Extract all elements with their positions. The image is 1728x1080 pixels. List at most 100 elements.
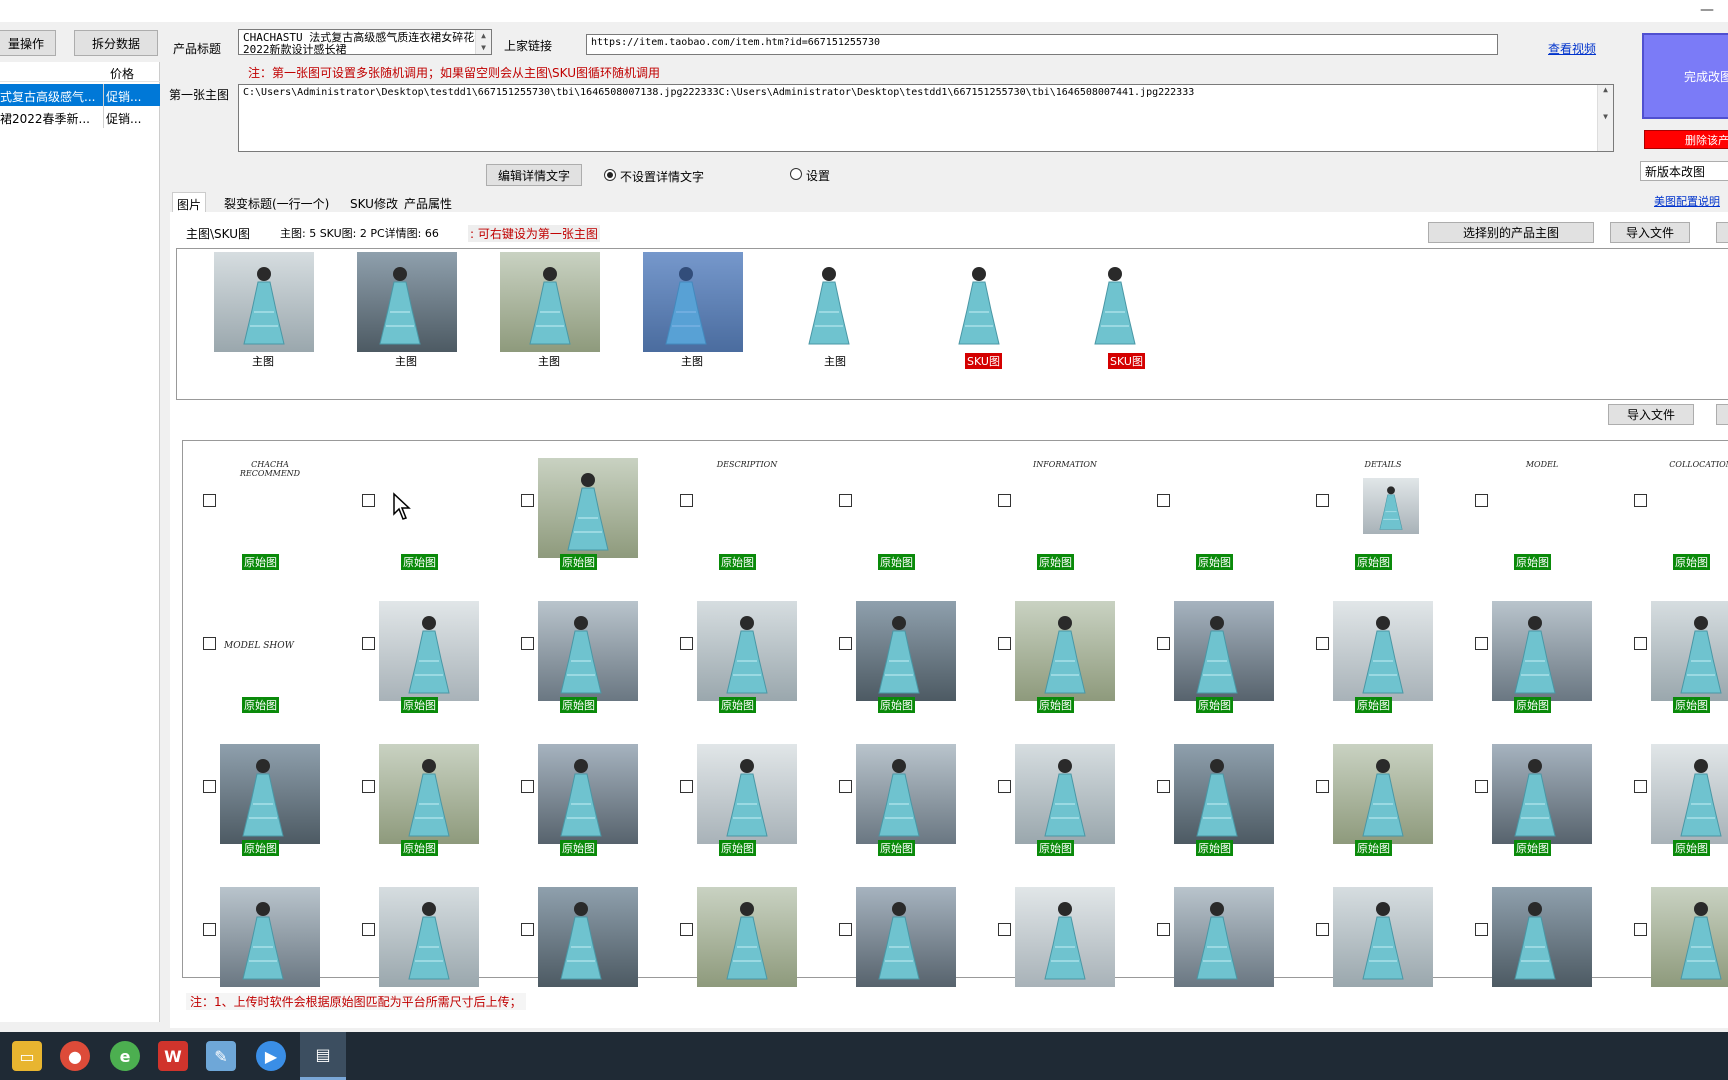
main-thumbnail[interactable] (643, 252, 743, 352)
detail-image-checkbox[interactable] (680, 923, 693, 936)
detail-image[interactable] (1651, 601, 1728, 701)
version-select[interactable]: 新版本改图 (1640, 161, 1728, 181)
detail-image-checkbox[interactable] (1157, 494, 1170, 507)
detail-image-checkbox[interactable] (1475, 637, 1488, 650)
detail-image[interactable] (538, 744, 638, 844)
product-row[interactable]: 式复古高级感气... 促销... (0, 84, 160, 106)
detail-image-checkbox[interactable] (203, 637, 216, 650)
first-main-image-input[interactable]: C:\Users\Administrator\Desktop\testdd1\6… (238, 84, 1614, 152)
choose-other-main-button[interactable]: 选择别的产品主图 (1428, 222, 1594, 243)
detail-image[interactable] (697, 744, 797, 844)
detail-image[interactable]: INFORMATION (1015, 458, 1115, 558)
detail-image-checkbox[interactable] (362, 780, 375, 793)
detail-image[interactable]: DESCRIPTION (697, 458, 797, 558)
detail-image-checkbox[interactable] (1634, 494, 1647, 507)
wps-icon[interactable]: W (158, 1041, 188, 1071)
detail-image[interactable] (697, 887, 797, 987)
detail-image-checkbox[interactable] (203, 923, 216, 936)
detail-image[interactable]: MODEL SHOW (220, 601, 320, 701)
complete-edit-button[interactable]: 完成改图 (1642, 33, 1728, 119)
batch-operation-button[interactable]: 量操作 (0, 30, 56, 56)
detail-image[interactable] (220, 744, 320, 844)
detail-image[interactable] (220, 887, 320, 987)
detail-image[interactable]: MODEL (1492, 458, 1592, 558)
detail-image-checkbox[interactable] (1157, 780, 1170, 793)
detail-image[interactable]: COLLOCATION (1651, 458, 1728, 558)
detail-image[interactable] (697, 601, 797, 701)
meitu-config-link[interactable]: 美图配置说明 (1654, 193, 1720, 209)
chrome-icon[interactable]: ● (60, 1041, 90, 1071)
main-thumbnail[interactable] (500, 252, 600, 352)
source-link-input[interactable]: https://item.taobao.com/item.htm?id=6671… (586, 34, 1498, 55)
detail-image-checkbox[interactable] (1316, 637, 1329, 650)
extra-button[interactable] (1716, 222, 1728, 243)
product-row[interactable]: 裙2022春季新... 促销... (0, 106, 160, 128)
detail-image-checkbox[interactable] (362, 923, 375, 936)
detail-image[interactable] (1015, 601, 1115, 701)
detail-image[interactable]: DETAILS (1333, 458, 1433, 558)
detail-image-checkbox[interactable] (680, 494, 693, 507)
main-thumbnail[interactable] (1072, 252, 1172, 352)
tab-sku-edit[interactable]: SKU修改 (346, 192, 402, 212)
detail-image[interactable] (856, 458, 956, 558)
main-thumbnail[interactable] (214, 252, 314, 352)
detail-image[interactable] (1651, 887, 1728, 987)
detail-image[interactable] (1015, 887, 1115, 987)
detail-image-checkbox[interactable] (839, 923, 852, 936)
app-icon[interactable]: ▤ (300, 1032, 346, 1080)
view-video-link[interactable]: 查看视频 (1548, 40, 1596, 57)
meeting-icon[interactable]: ▶ (256, 1041, 286, 1071)
first-main-scrollbar[interactable]: ▲ ▼ (1597, 85, 1613, 151)
radio-set-detail-text[interactable] (790, 168, 802, 180)
detail-image-checkbox[interactable] (362, 494, 375, 507)
detail-image-checkbox[interactable] (1316, 780, 1329, 793)
split-data-button[interactable]: 拆分数据 (74, 30, 158, 56)
product-title-input[interactable]: CHACHASTU 法式复古高级感气质连衣裙女碎花春2022新款设计感长裙 ▲ ▼ (238, 29, 492, 55)
detail-image-checkbox[interactable] (1475, 494, 1488, 507)
detail-image-checkbox[interactable] (521, 923, 534, 936)
detail-image[interactable] (1333, 887, 1433, 987)
tab-fission-titles[interactable]: 裂变标题(一行一个) (220, 192, 333, 212)
detail-image-checkbox[interactable] (998, 494, 1011, 507)
import-file-button[interactable]: 导入文件 (1610, 222, 1690, 243)
detail-image-checkbox[interactable] (1634, 780, 1647, 793)
import-file-button-2[interactable]: 导入文件 (1608, 404, 1694, 425)
main-thumbnail[interactable] (929, 252, 1029, 352)
detail-image[interactable] (1492, 744, 1592, 844)
detail-image[interactable] (1174, 887, 1274, 987)
detail-image-checkbox[interactable] (1316, 923, 1329, 936)
detail-image[interactable] (1174, 458, 1274, 558)
tab-images[interactable]: 图片 (172, 192, 207, 212)
ie-icon[interactable]: e (110, 1041, 140, 1071)
detail-image-checkbox[interactable] (998, 780, 1011, 793)
detail-image-checkbox[interactable] (839, 637, 852, 650)
detail-image[interactable] (538, 458, 638, 558)
column-header-price[interactable]: 价格 (110, 65, 134, 82)
detail-image[interactable] (1492, 601, 1592, 701)
detail-image-checkbox[interactable] (521, 637, 534, 650)
detail-image-checkbox[interactable] (998, 637, 1011, 650)
detail-image-checkbox[interactable] (680, 780, 693, 793)
detail-image[interactable] (1333, 744, 1433, 844)
minimize-icon[interactable]: — (1700, 2, 1714, 18)
edit-detail-text-button[interactable]: 编辑详情文字 (486, 164, 582, 186)
detail-image-checkbox[interactable] (362, 637, 375, 650)
detail-image[interactable] (1492, 887, 1592, 987)
detail-image-checkbox[interactable] (203, 780, 216, 793)
detail-image-checkbox[interactable] (1316, 494, 1329, 507)
detail-image-checkbox[interactable] (998, 923, 1011, 936)
detail-image-checkbox[interactable] (203, 494, 216, 507)
folder-icon[interactable]: ▭ (12, 1041, 42, 1071)
detail-image[interactable] (379, 887, 479, 987)
detail-image-checkbox[interactable] (839, 494, 852, 507)
extra-button-2[interactable] (1716, 404, 1728, 425)
detail-image-checkbox[interactable] (1157, 637, 1170, 650)
detail-image-checkbox[interactable] (1475, 780, 1488, 793)
detail-image-checkbox[interactable] (1475, 923, 1488, 936)
detail-image-checkbox[interactable] (1634, 637, 1647, 650)
main-thumbnail[interactable] (357, 252, 457, 352)
notes-icon[interactable]: ✎ (206, 1041, 236, 1071)
detail-image[interactable] (379, 744, 479, 844)
delete-product-button[interactable]: 删除该产 (1644, 130, 1728, 149)
detail-image[interactable] (1174, 601, 1274, 701)
